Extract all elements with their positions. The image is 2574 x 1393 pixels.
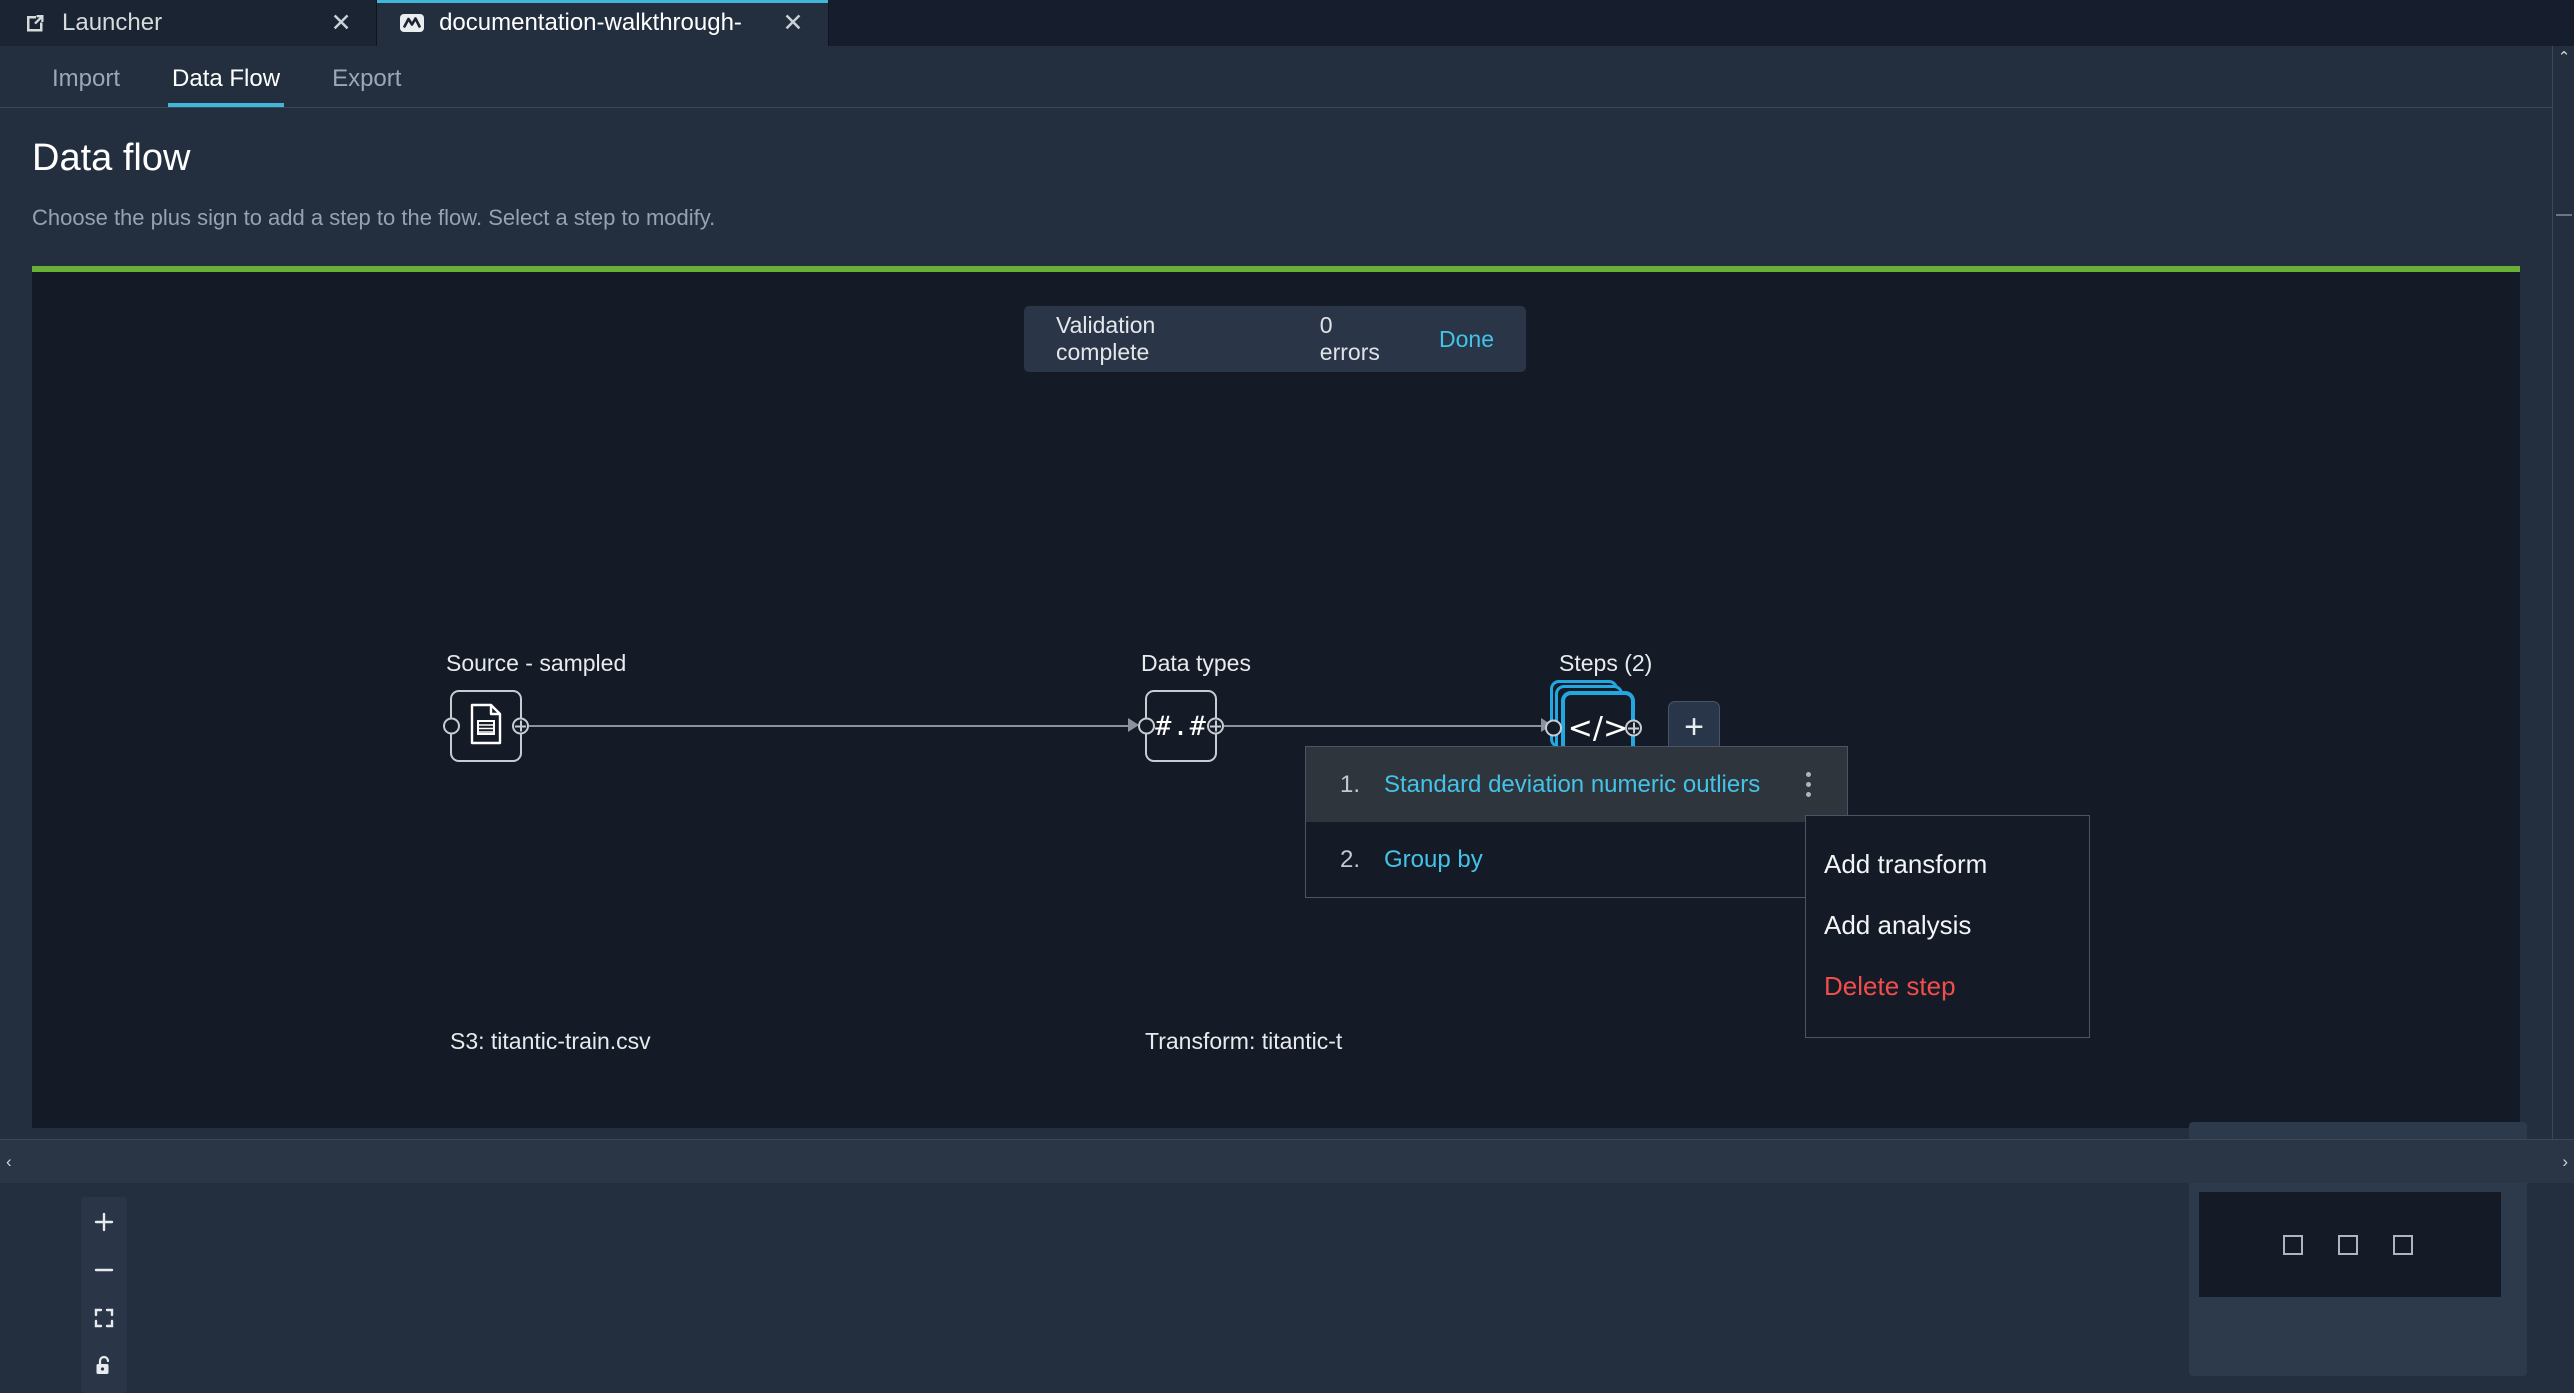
flow-node-datatypes-box[interactable]: #.# [1145,690,1217,762]
document-icon [467,703,505,750]
tab-import[interactable]: Import [26,65,146,107]
external-link-icon [22,10,48,36]
flow-node-source-box[interactable] [450,690,522,762]
tab-data-flow[interactable]: Data Flow [146,65,306,107]
step-row-1-name[interactable]: Standard deviation numeric outliers [1384,771,1793,799]
flow-node-datatypes-output-port[interactable] [1207,718,1224,735]
flow-node-source[interactable]: Source - sampled [450,690,522,762]
context-menu-item-delete-step[interactable]: Delete step [1806,956,2089,1017]
flow-node-source-input-port[interactable] [443,718,460,735]
zoom-out-button[interactable] [87,1253,121,1287]
flow-node-datatypes-caption: Data types [1141,650,1251,677]
status-progress-bar [32,266,2520,272]
scroll-right-icon[interactable]: › [2562,1153,2568,1170]
tab-documentation-walkthrough-label: documentation-walkthrough- [439,9,742,37]
number-format-icon: #.# [1155,711,1207,742]
validation-done-button[interactable]: Done [1439,326,1494,353]
tab-bar: Launcher ✕ documentation-walkthrough- ✕ [0,0,2574,46]
tab-documentation-walkthrough[interactable]: documentation-walkthrough- ✕ [377,0,829,46]
zoom-in-button[interactable] [87,1205,121,1239]
tab-launcher[interactable]: Launcher ✕ [0,0,377,46]
validation-message: Validation complete [1056,312,1220,366]
validation-error-count: 0 errors [1320,312,1385,366]
step-row-1-number: 1. [1340,771,1384,799]
flow-node-steps-input-port[interactable] [1545,720,1562,737]
flow-edge-datatypes-to-steps [1224,725,1548,727]
step-row-2-name[interactable]: Group by [1384,846,1793,874]
flow-node-source-output-port[interactable] [512,718,529,735]
minimap-node-1 [2283,1235,2303,1255]
vertical-scrollbar[interactable]: ⌃ [2552,46,2574,1139]
flow-node-steps-caption: Steps (2) [1559,650,1652,677]
flow-node-datatypes-sublabel: Transform: titantic-t [1145,1028,1342,1055]
page-subtitle: Choose the plus sign to add a step to th… [32,205,715,231]
minimap-node-3 [2393,1235,2413,1255]
step-row-2[interactable]: 2. Group by [1306,822,1847,897]
validation-toast: Validation complete 0 errors Done [1024,306,1526,372]
canvas-zoom-controls [81,1197,127,1393]
code-icon: </> [1568,711,1628,746]
flow-node-steps-output-port[interactable] [1625,720,1642,737]
context-menu-item-add-analysis[interactable]: Add analysis [1806,895,2089,956]
step-context-menu: Add transform Add analysis Delete step [1805,815,2090,1038]
flow-node-source-sublabel: S3: titantic-train.csv [450,1028,651,1055]
context-menu-item-add-transform[interactable]: Add transform [1806,834,2089,895]
tab-launcher-label: Launcher [62,9,162,37]
data-flow-canvas[interactable]: Validation complete 0 errors Done Source… [32,266,2520,1128]
step-row-1[interactable]: 1. Standard deviation numeric outliers [1306,747,1847,822]
unlocked-padlock-icon[interactable] [87,1349,121,1383]
minimap-node-2 [2338,1235,2358,1255]
fit-screen-icon[interactable] [87,1301,121,1335]
sub-navigation: Import Data Flow Export [0,46,2574,108]
steps-list-panel: 1. Standard deviation numeric outliers 2… [1305,746,1848,898]
flow-edge-source-to-datatypes [529,725,1135,727]
scroll-left-icon[interactable]: ‹ [6,1153,12,1170]
scroll-up-icon[interactable]: ⌃ [2553,50,2574,65]
page-title: Data flow [32,137,190,180]
minimap-viewport[interactable] [2199,1192,2501,1297]
tab-export[interactable]: Export [306,65,427,107]
step-row-1-more-options-icon[interactable] [1793,763,1823,807]
vertical-scrollbar-thumb[interactable] [2556,214,2572,216]
tab-launcher-close-icon[interactable]: ✕ [326,8,356,38]
data-wrangler-icon [399,10,425,36]
horizontal-scrollbar[interactable]: ‹ › [0,1139,2574,1183]
tab-documentation-walkthrough-close-icon[interactable]: ✕ [778,8,808,38]
flow-node-datatypes-input-port[interactable] [1138,718,1155,735]
flow-node-datatypes[interactable]: Data types #.# [1145,690,1217,762]
step-row-2-number: 2. [1340,846,1384,874]
flow-node-source-caption: Source - sampled [446,650,626,677]
